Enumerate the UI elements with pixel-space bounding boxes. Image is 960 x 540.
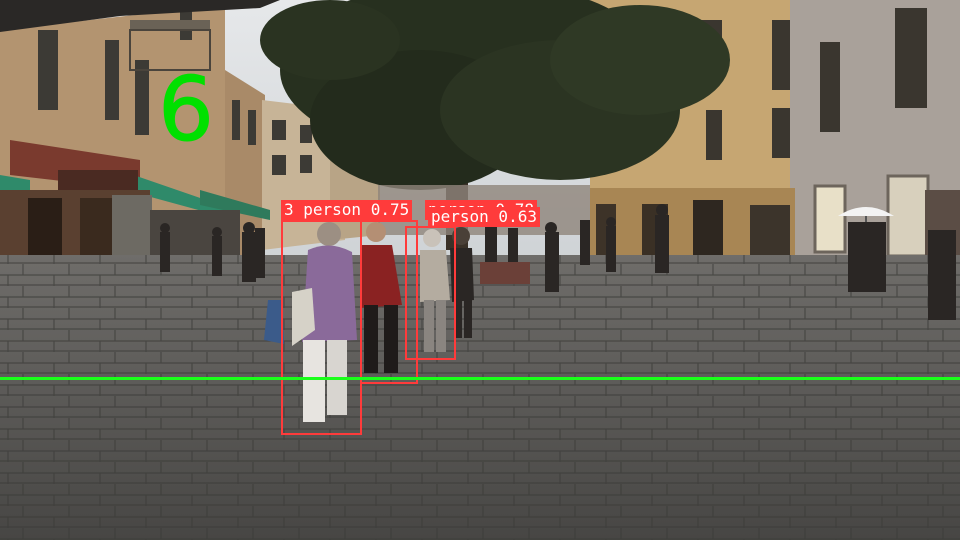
street-scene — [0, 0, 960, 540]
detection-box-1 — [281, 220, 362, 435]
camera-frame: person 0.78 person 0.63 3 person 0.75 6 — [0, 0, 960, 540]
detection-box-3 — [405, 226, 456, 360]
detection-label-3: person 0.63 — [428, 207, 540, 227]
detection-label-1: 3 person 0.75 — [281, 200, 413, 220]
people-count: 6 — [158, 58, 215, 161]
counting-line — [0, 377, 960, 380]
